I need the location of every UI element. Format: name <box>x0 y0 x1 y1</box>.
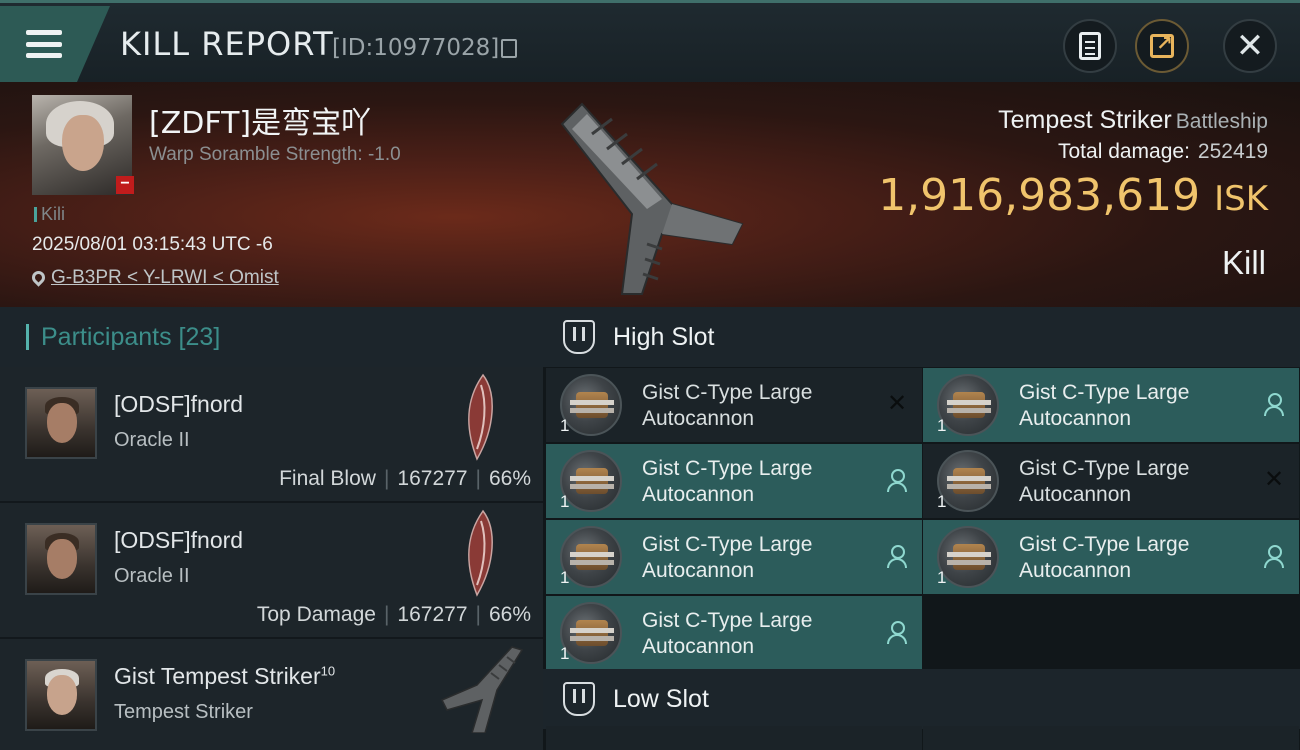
module-quantity: 1 <box>560 492 570 511</box>
menu-button[interactable] <box>0 6 110 82</box>
fitting-panel: High Slot 1 Gist C-Type Large Autocannon … <box>543 307 1300 750</box>
total-damage-label: Total damage: <box>1058 140 1190 163</box>
participant-row[interactable]: [ODSF]fnord Oracle II Final Blow | 167277 |… <box>0 367 543 503</box>
stat-label: Top Damage <box>256 603 376 626</box>
module-item[interactable]: 1 Gist C-Type Large Autocannon <box>923 520 1299 594</box>
isk-unit: ISK <box>1214 179 1268 219</box>
participant-row[interactable]: [ODSF]fnord Oracle II Top Damage | 167277 |… <box>0 503 543 639</box>
timestamp: 2025/08/01 03:15:43 UTC -6 <box>32 234 273 255</box>
participant-name-sup: 10 <box>320 663 336 679</box>
module-name: Gist C-Type Large Autocannon <box>1019 533 1190 582</box>
total-damage: Total damage: 252419 <box>1058 140 1268 164</box>
high-slot-icon <box>563 320 595 354</box>
dropped-person-icon <box>886 468 908 492</box>
victim-ship-image <box>560 102 744 295</box>
module-item[interactable]: 1 Gist C-Type Large Autocannon ✕ <box>923 444 1299 518</box>
kill-result: Kill <box>1221 244 1266 281</box>
low-slot-header: Low Slot <box>543 669 1300 729</box>
page-title: KILL REPORT <box>120 25 334 63</box>
high-slot-label: High Slot <box>613 322 715 351</box>
module-item[interactable]: 1 Gist C-Type Large Autocannon <box>546 596 922 670</box>
kill-tag: Kili <box>34 204 65 225</box>
module-name: Gist C-Type Large Autocannon <box>642 609 813 658</box>
dropped-person-icon <box>1263 544 1285 568</box>
module-quantity: 1 <box>560 416 570 435</box>
hostile-badge-icon: − <box>116 176 134 194</box>
module-quantity: 1 <box>937 492 947 511</box>
low-slot-icon <box>563 682 595 716</box>
module-quantity: 1 <box>560 644 570 663</box>
module-name: Gist C-Type Large Autocannon <box>642 457 813 506</box>
share-icon <box>1150 31 1174 58</box>
module-quantity: 1 <box>937 568 947 587</box>
dropped-person-icon <box>886 620 908 644</box>
destroyed-icon: ✕ <box>886 390 908 417</box>
location-text: G-B3PR < Y-LRWI < Omist <box>51 267 279 288</box>
module-item[interactable]: 1 Gist C-Type Large Autocannon <box>546 520 922 594</box>
participant-ship: Oracle II <box>114 565 190 587</box>
dropped-person-icon <box>1263 392 1285 416</box>
module-name: Gist C-Type Large Autocannon <box>1019 381 1190 430</box>
participant-ship: Tempest Striker <box>114 701 253 723</box>
module-quantity: 1 <box>560 568 570 587</box>
participant-name: [ODSF]fnord <box>114 527 244 553</box>
participant-ship-image <box>468 373 493 461</box>
copy-icon[interactable] <box>501 39 517 58</box>
participant-name: [ODSF]fnord <box>114 391 244 417</box>
isk-amount: 1,916,983,619 <box>878 170 1201 221</box>
module-item-partial[interactable] <box>546 726 922 750</box>
participants-panel: Participants [23] [ODSF]fnord Oracle II … <box>0 307 543 750</box>
location-link[interactable]: G-B3PR < Y-LRWI < Omist <box>29 267 279 289</box>
module-name: Gist C-Type Large Autocannon <box>1019 457 1190 506</box>
high-slot-header: High Slot <box>543 307 1300 367</box>
module-quantity: 1 <box>937 416 947 435</box>
ship-name-text: Tempest Striker <box>998 106 1172 134</box>
top-bar: KILL REPORT [ID:10977028] ✕ <box>0 0 1300 82</box>
ship-class: Battleship <box>1175 110 1268 133</box>
isk-value: 1,916,983,619 ISK <box>878 170 1268 221</box>
close-icon: ✕ <box>1235 27 1265 65</box>
damage-percent: 66% <box>488 467 531 490</box>
hamburger-icon <box>26 30 62 58</box>
participant-ship: Oracle II <box>114 429 190 451</box>
report-id: [ID:10977028] <box>332 35 500 61</box>
participant-name: Gist Tempest Striker10 <box>114 663 335 690</box>
participant-stats: Top Damage | 167277 | 66% <box>256 603 531 626</box>
module-item[interactable]: 1 Gist C-Type Large Autocannon <box>546 444 922 518</box>
location-pin-icon <box>29 268 48 287</box>
warp-scramble-strength: Warp Soramble Strength: -1.0 <box>149 144 401 165</box>
module-name: Gist C-Type Large Autocannon <box>642 381 813 430</box>
kill-banner: − [ZDFT]是弯宝吖 Warp Soramble Strength: -1.… <box>0 82 1300 307</box>
dropped-person-icon <box>886 544 908 568</box>
clipboard-icon <box>1079 32 1101 60</box>
low-slot-label: Low Slot <box>613 684 709 713</box>
damage-value: 167277 <box>397 603 468 626</box>
participant-avatar <box>25 659 97 731</box>
total-damage-value: 252419 <box>1197 140 1268 163</box>
participant-ship-image <box>468 509 493 597</box>
module-item-partial[interactable] <box>923 726 1299 750</box>
damage-value: 167277 <box>397 467 468 490</box>
participant-name-text: Gist Tempest Striker <box>114 663 321 689</box>
close-button[interactable]: ✕ <box>1223 19 1277 73</box>
participant-ship-image <box>440 646 524 733</box>
participant-avatar <box>25 387 97 459</box>
module-name: Gist C-Type Large Autocannon <box>642 533 813 582</box>
module-item[interactable]: 1 Gist C-Type Large Autocannon ✕ <box>546 368 922 442</box>
damage-percent: 66% <box>488 603 531 626</box>
victim-name[interactable]: [ZDFT]是弯宝吖 <box>149 98 371 142</box>
participant-avatar <box>25 523 97 595</box>
participant-stats: Final Blow | 167277 | 66% <box>279 467 531 490</box>
module-item[interactable]: 1 Gist C-Type Large Autocannon <box>923 368 1299 442</box>
stat-label: Final Blow <box>279 467 376 490</box>
victim-ship-name: Tempest Striker Battleship <box>998 106 1268 135</box>
destroyed-icon: ✕ <box>1263 466 1285 493</box>
participants-header[interactable]: Participants [23] <box>0 307 543 367</box>
clipboard-button[interactable] <box>1063 19 1117 73</box>
participant-row[interactable]: Gist Tempest Striker10 Tempest Striker <box>0 639 543 750</box>
share-button[interactable] <box>1135 19 1189 73</box>
